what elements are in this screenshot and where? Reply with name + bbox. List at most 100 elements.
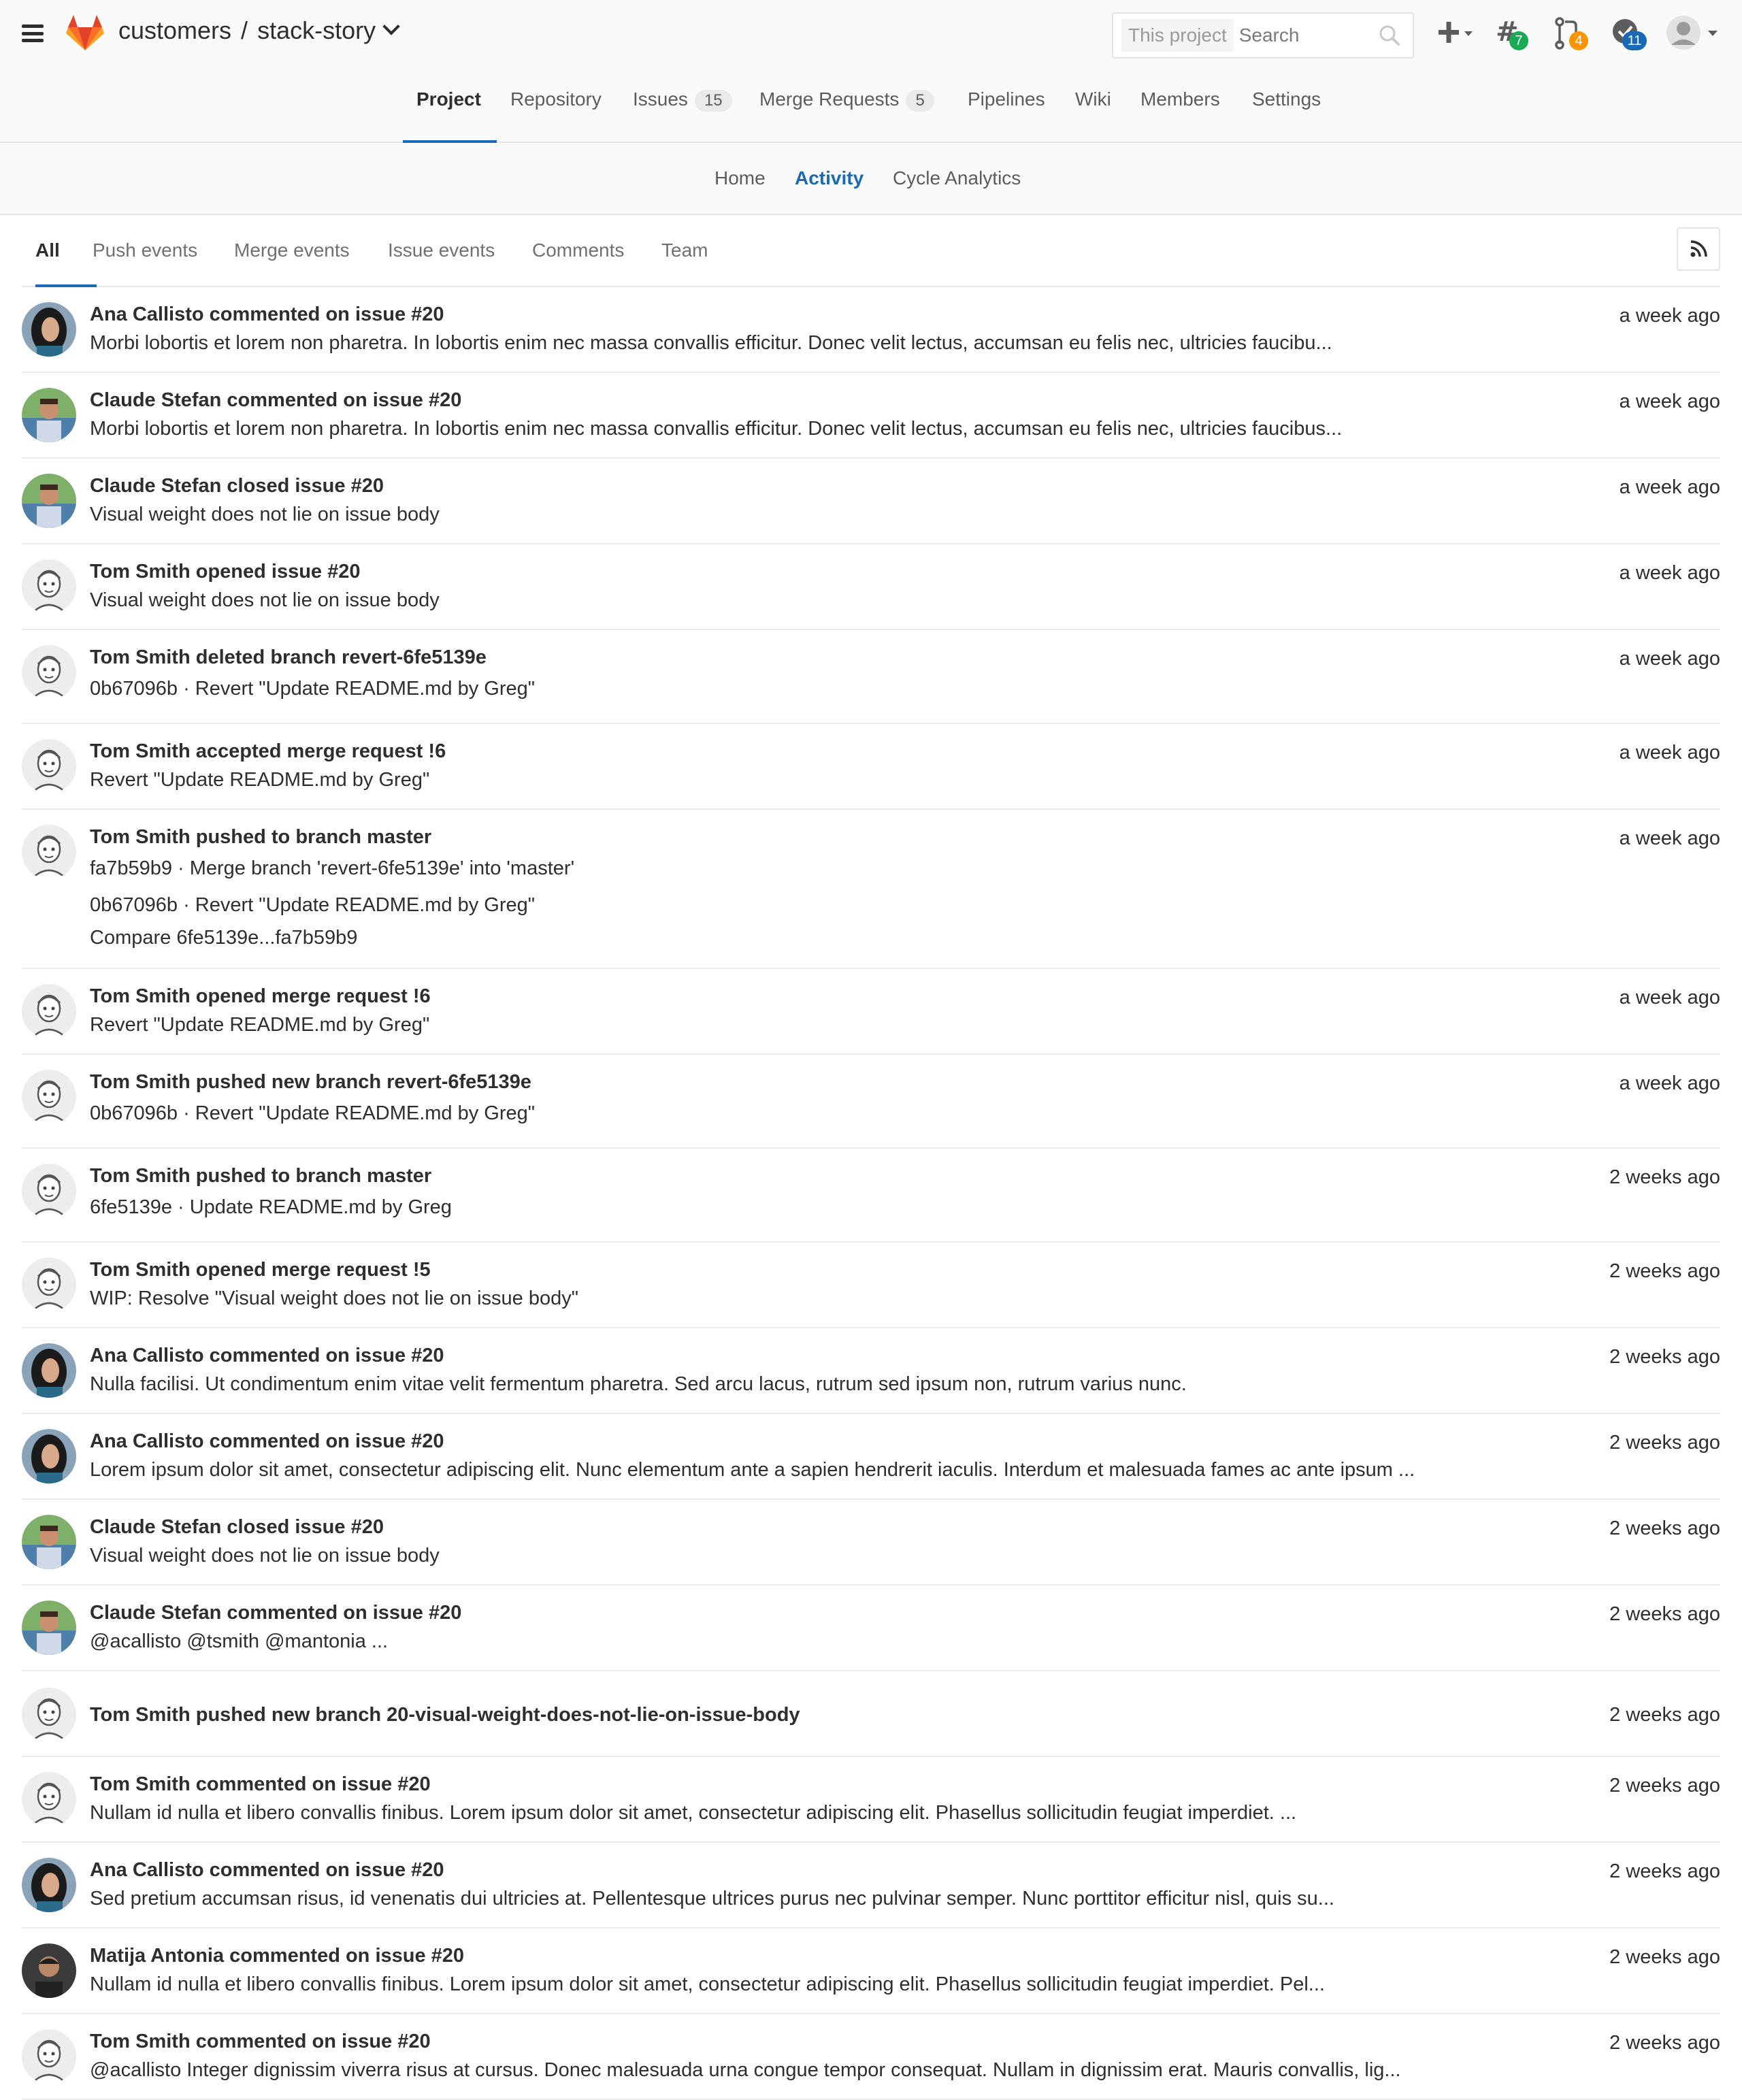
event-detail[interactable]: Compare 6fe5139e...fa7b59b9 — [90, 927, 357, 949]
event-detail[interactable]: Nulla facilisi. Ut condimentum enim vita… — [90, 1373, 1187, 1396]
event-detail[interactable]: Visual weight does not lie on issue body — [90, 1545, 440, 1567]
event-detail[interactable]: WIP: Resolve "Visual weight does not lie… — [90, 1287, 578, 1310]
filter-comments[interactable]: Comments — [532, 240, 624, 261]
user-avatar[interactable] — [22, 1515, 76, 1569]
user-avatar[interactable] — [22, 474, 76, 528]
event-title[interactable]: Ana Callisto commented on issue #20 — [90, 1345, 444, 1367]
event-detail[interactable]: Revert "Update README.md by Greg" — [90, 1014, 429, 1036]
event-detail[interactable]: Morbi lobortis et lorem non pharetra. In… — [90, 418, 1342, 440]
user-avatar[interactable] — [22, 1858, 76, 1912]
subnav-cycle-analytics[interactable]: Cycle Analytics — [893, 167, 1021, 189]
event-detail[interactable]: @acallisto Integer dignissim viverra ris… — [90, 2059, 1401, 2082]
filter-team[interactable]: Team — [661, 240, 708, 261]
event-title[interactable]: Tom Smith pushed new branch revert-6fe51… — [90, 1071, 531, 1094]
event-detail[interactable]: Nullam id nulla et libero convallis fini… — [90, 1973, 1325, 1996]
merge-requests-link[interactable]: 4 — [1553, 16, 1588, 54]
event-title[interactable]: Claude Stefan commented on issue #20 — [90, 389, 461, 412]
event-title[interactable]: Tom Smith opened merge request !5 — [90, 1259, 431, 1281]
event-title[interactable]: Tom Smith pushed new branch 20-visual-we… — [90, 1704, 800, 1726]
tab-settings[interactable]: Settings — [1252, 88, 1321, 110]
rss-feed-button[interactable] — [1677, 227, 1720, 271]
user-avatar[interactable] — [22, 1943, 76, 1998]
user-avatar[interactable] — [22, 739, 76, 793]
user-avatar[interactable] — [22, 1772, 76, 1826]
search-box[interactable]: This project Search — [1112, 12, 1414, 59]
tab-pipelines[interactable]: Pipelines — [968, 88, 1045, 110]
event-detail[interactable]: Sed pretium accumsan risus, id venenatis… — [90, 1888, 1334, 1910]
user-avatar[interactable] — [22, 388, 76, 442]
issues-count: 15 — [694, 90, 732, 112]
event-title[interactable]: Matija Antonia commented on issue #20 — [90, 1945, 464, 1967]
user-avatar[interactable] — [22, 1343, 76, 1398]
event-title[interactable]: Claude Stefan closed issue #20 — [90, 475, 384, 497]
event-title[interactable]: Tom Smith accepted merge request !6 — [90, 740, 446, 763]
breadcrumb: customers / stack-story — [118, 16, 400, 45]
filter-all[interactable]: All — [35, 240, 60, 261]
tab-label: Merge Requests — [759, 88, 900, 110]
event-title[interactable]: Tom Smith pushed to branch master — [90, 1165, 431, 1187]
filter-push-events[interactable]: Push events — [93, 240, 197, 261]
search-input[interactable]: Search — [1239, 24, 1376, 46]
event-detail[interactable]: 6fe5139e · Update README.md by Greg — [90, 1196, 452, 1219]
user-avatar[interactable] — [22, 559, 76, 614]
event-detail[interactable]: Visual weight does not lie on issue body — [90, 504, 440, 526]
search-scope-badge[interactable]: This project — [1121, 19, 1234, 52]
hamburger-menu-icon[interactable] — [22, 24, 44, 42]
event-title[interactable]: Tom Smith commented on issue #20 — [90, 1773, 431, 1796]
tab-label: Settings — [1252, 88, 1321, 110]
subnav-home[interactable]: Home — [714, 167, 766, 189]
event-title[interactable]: Tom Smith pushed to branch master — [90, 826, 431, 849]
event-title[interactable]: Tom Smith commented on issue #20 — [90, 2031, 431, 2053]
event-row: Matija Antonia commented on issue #20 Nul… — [22, 1929, 1720, 2014]
event-detail[interactable]: 0b67096b · Revert "Update README.md by G… — [90, 894, 535, 917]
user-avatar[interactable] — [22, 1688, 76, 1742]
subnav-activity[interactable]: Activity — [795, 167, 864, 189]
user-avatar[interactable] — [22, 2029, 76, 2084]
tab-repository[interactable]: Repository — [510, 88, 602, 110]
event-title[interactable]: Tom Smith deleted branch revert-6fe5139e — [90, 646, 487, 669]
event-title[interactable]: Ana Callisto commented on issue #20 — [90, 1859, 444, 1882]
event-detail[interactable]: fa7b59b9 · Merge branch 'revert-6fe5139e… — [90, 857, 574, 880]
user-avatar[interactable] — [22, 984, 76, 1038]
event-title[interactable]: Tom Smith opened merge request !6 — [90, 985, 431, 1008]
user-avatar[interactable] — [22, 825, 76, 879]
event-detail[interactable]: @acallisto @tsmith @mantonia ... — [90, 1630, 388, 1653]
tab-merge-requests[interactable]: Merge Requests 5 — [759, 88, 934, 112]
user-avatar[interactable] — [22, 1258, 76, 1312]
event-title[interactable]: Claude Stefan commented on issue #20 — [90, 1602, 461, 1624]
new-dropdown[interactable] — [1436, 16, 1479, 54]
event-detail[interactable]: Visual weight does not lie on issue body — [90, 589, 440, 612]
user-avatar[interactable] — [22, 1070, 76, 1124]
user-avatar[interactable] — [22, 1164, 76, 1218]
gitlab-logo-icon[interactable] — [65, 14, 105, 52]
user-avatar[interactable] — [22, 302, 76, 357]
event-detail[interactable]: Morbi lobortis et lorem non pharetra. In… — [90, 332, 1332, 355]
filter-merge-events[interactable]: Merge events — [234, 240, 350, 261]
breadcrumb-group-link[interactable]: customers — [118, 16, 231, 45]
user-avatar[interactable] — [22, 645, 76, 700]
chevron-down-icon[interactable] — [382, 18, 400, 35]
tab-issues[interactable]: Issues 15 — [633, 88, 732, 112]
tab-label: Members — [1140, 88, 1220, 110]
breadcrumb-project-link[interactable]: stack-story — [257, 16, 376, 45]
tab-project[interactable]: Project — [416, 88, 481, 110]
todos-count-badge: 7 — [1509, 31, 1528, 50]
user-menu[interactable] — [1666, 15, 1727, 55]
event-detail[interactable]: 0b67096b · Revert "Update README.md by G… — [90, 1102, 535, 1125]
event-detail[interactable]: Lorem ipsum dolor sit amet, consectetur … — [90, 1459, 1415, 1481]
user-avatar[interactable] — [22, 1601, 76, 1655]
user-avatar — [1666, 16, 1718, 50]
event-detail[interactable]: Revert "Update README.md by Greg" — [90, 769, 429, 791]
todos-link[interactable]: # 7 — [1494, 16, 1528, 54]
user-avatar[interactable] — [22, 1429, 76, 1483]
event-detail[interactable]: Nullam id nulla et libero convallis fini… — [90, 1802, 1296, 1824]
event-title[interactable]: Ana Callisto commented on issue #20 — [90, 1430, 444, 1453]
issues-link[interactable]: 11 — [1610, 16, 1647, 54]
event-title[interactable]: Ana Callisto commented on issue #20 — [90, 303, 444, 326]
event-detail[interactable]: 0b67096b · Revert "Update README.md by G… — [90, 678, 535, 700]
tab-wiki[interactable]: Wiki — [1075, 88, 1111, 110]
tab-members[interactable]: Members — [1140, 88, 1220, 110]
filter-issue-events[interactable]: Issue events — [388, 240, 495, 261]
event-title[interactable]: Tom Smith opened issue #20 — [90, 561, 361, 583]
event-title[interactable]: Claude Stefan closed issue #20 — [90, 1516, 384, 1539]
